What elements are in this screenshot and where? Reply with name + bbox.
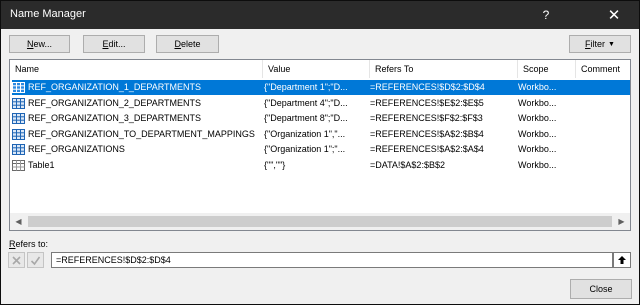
refers-to-label-text: efers to: xyxy=(15,239,49,249)
row-refers-to: =REFERENCES!$F$2:$F$3 xyxy=(370,113,483,123)
edit-button-label: dit... xyxy=(108,39,126,49)
row-refers-to: =REFERENCES!$A$2:$A$4 xyxy=(370,144,484,154)
checkmark-icon xyxy=(30,256,41,265)
column-header-name[interactable]: Name xyxy=(10,60,263,78)
row-refers-to: =REFERENCES!$A$2:$B$4 xyxy=(370,128,484,139)
column-header-refers-to[interactable]: Refers To xyxy=(370,60,518,78)
close-button[interactable]: Close xyxy=(570,279,632,299)
row-comment xyxy=(576,127,630,142)
row-value: {"Organization 1","... xyxy=(264,128,346,139)
horizontal-scrollbar[interactable]: ◀ ▶ xyxy=(10,213,630,230)
filter-button[interactable]: Filter ▼ xyxy=(569,35,631,53)
row-refers-to: =REFERENCES!$E$2:$E$5 xyxy=(370,97,484,108)
row-name: REF_ORGANIZATION_3_DEPARTMENTS xyxy=(28,113,202,123)
edit-button[interactable]: Edit... xyxy=(83,35,145,53)
row-scope: Workbo... xyxy=(518,144,557,154)
table-row[interactable]: REF_ORGANIZATION_1_DEPARTMENTS {"Departme… xyxy=(12,80,630,95)
row-name-cell: Table1 xyxy=(12,158,262,173)
row-scope: Workbo... xyxy=(518,97,557,108)
row-scope: Workbo... xyxy=(518,159,557,170)
table-row[interactable]: REF_ORGANIZATION_2_DEPARTMENTS {"Departme… xyxy=(12,96,630,111)
delete-button-label: elete xyxy=(180,39,201,49)
table-row[interactable]: REF_ORGANIZATION_TO_DEPARTMENT_MAPPINGS {… xyxy=(12,127,630,142)
row-name: REF_ORGANIZATION_1_DEPARTMENTS xyxy=(28,82,202,92)
row-comment xyxy=(576,80,630,95)
filter-button-label: ilter xyxy=(590,39,606,49)
row-value: {"Department 4";"D... xyxy=(264,97,348,108)
collapse-arrow-icon xyxy=(618,256,626,264)
refers-to-input[interactable]: =REFERENCES!$D$2:$D$4 xyxy=(51,252,613,268)
row-value: {"Department 1";"D... xyxy=(264,82,348,92)
cancel-x-icon xyxy=(12,255,21,265)
row-comment xyxy=(576,158,630,173)
row-comment xyxy=(576,111,630,126)
scroll-left-icon[interactable]: ◀ xyxy=(10,213,27,230)
table-row[interactable]: Table1 {"",""} =DATA!$A$2:$B$2 Workbo... xyxy=(12,158,630,173)
table-icon xyxy=(12,159,25,171)
row-scope: Workbo... xyxy=(518,128,557,139)
cancel-edit-button[interactable] xyxy=(8,252,25,268)
named-range-icon xyxy=(12,97,25,109)
confirm-edit-button[interactable] xyxy=(27,252,44,268)
row-name-cell: REF_ORGANIZATIONS xyxy=(12,142,262,157)
named-range-icon xyxy=(12,128,25,140)
names-list[interactable]: Name Value Refers To Scope Comment REF_O… xyxy=(9,59,631,231)
row-name: REF_ORGANIZATIONS xyxy=(28,144,125,154)
row-name-cell: REF_ORGANIZATION_2_DEPARTMENTS xyxy=(12,96,262,111)
row-value: {"Department 8";"D... xyxy=(264,113,348,123)
row-name: REF_ORGANIZATION_TO_DEPARTMENT_MAPPINGS xyxy=(28,128,255,139)
list-header: Name Value Refers To Scope Comment xyxy=(10,60,630,78)
column-header-comment[interactable]: Comment xyxy=(576,60,630,78)
named-range-icon xyxy=(12,82,25,93)
named-range-icon xyxy=(12,144,25,155)
row-name-cell: REF_ORGANIZATION_1_DEPARTMENTS xyxy=(12,80,262,95)
row-value: {"Organization 1";"... xyxy=(264,144,346,154)
named-range-icon xyxy=(12,113,25,124)
row-refers-to: =DATA!$A$2:$B$2 xyxy=(370,159,445,170)
row-comment xyxy=(576,96,630,111)
row-scope: Workbo... xyxy=(518,113,557,123)
dropdown-arrow-icon: ▼ xyxy=(608,40,615,48)
row-name: Table1 xyxy=(28,159,55,170)
collapse-dialog-button[interactable] xyxy=(613,252,631,268)
window-title: Name Manager xyxy=(10,8,86,20)
refers-to-label: Refers to: xyxy=(9,239,48,249)
close-window-button[interactable]: ✕ xyxy=(597,1,631,29)
row-refers-to: =REFERENCES!$D$2:$D$4 xyxy=(370,82,485,92)
help-button[interactable]: ? xyxy=(529,1,563,29)
new-button-label: ew... xyxy=(33,39,52,49)
row-name-cell: REF_ORGANIZATION_TO_DEPARTMENT_MAPPINGS xyxy=(12,127,262,142)
row-name-cell: REF_ORGANIZATION_3_DEPARTMENTS xyxy=(12,111,262,126)
row-value: {"",""} xyxy=(264,159,286,170)
scrollbar-thumb[interactable] xyxy=(28,216,612,227)
scroll-right-icon[interactable]: ▶ xyxy=(613,213,630,230)
row-name: REF_ORGANIZATION_2_DEPARTMENTS xyxy=(28,97,202,108)
row-scope: Workbo... xyxy=(518,82,557,92)
title-bar: Name Manager ? ✕ xyxy=(1,1,639,29)
new-button[interactable]: New... xyxy=(9,35,70,53)
table-row[interactable]: REF_ORGANIZATION_3_DEPARTMENTS {"Departme… xyxy=(12,111,630,126)
table-row[interactable]: REF_ORGANIZATIONS {"Organization 1";"... =… xyxy=(12,142,630,157)
delete-button[interactable]: Delete xyxy=(156,35,219,53)
row-comment xyxy=(576,142,630,157)
name-manager-dialog: Name Manager ? ✕ New... Edit... Delete F… xyxy=(0,0,640,305)
column-header-scope[interactable]: Scope xyxy=(518,60,576,78)
column-header-value[interactable]: Value xyxy=(263,60,370,78)
